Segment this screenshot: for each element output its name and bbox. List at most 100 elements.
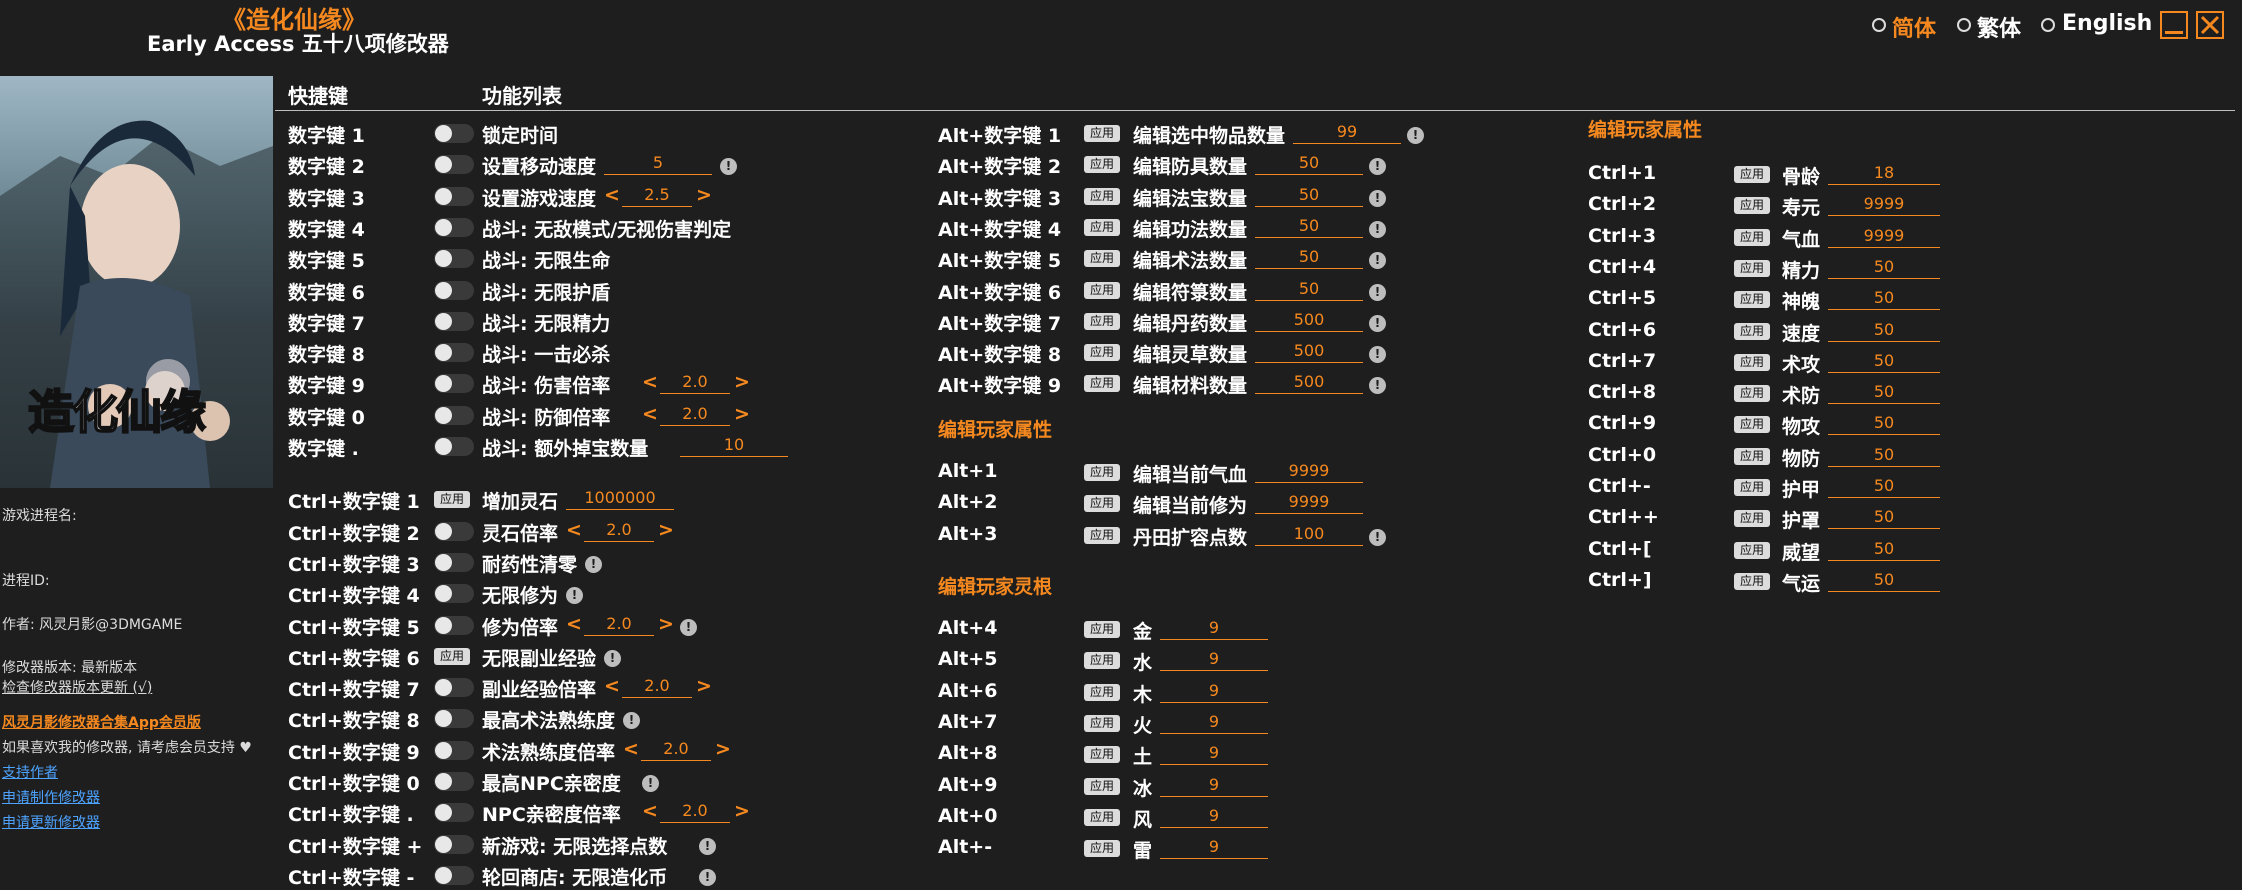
apply-button[interactable]: 应用: [1084, 250, 1121, 268]
info-icon[interactable]: !: [623, 712, 640, 730]
value-input[interactable]: 50: [1255, 215, 1363, 238]
value-input[interactable]: 9: [1160, 742, 1268, 766]
info-icon[interactable]: !: [566, 587, 583, 605]
value-input[interactable]: 50: [1828, 475, 1940, 498]
feature-toggle[interactable]: [434, 615, 474, 635]
value-input[interactable]: 50: [1828, 506, 1940, 530]
apply-button[interactable]: 应用: [1734, 259, 1771, 277]
apply-button[interactable]: 应用: [1084, 375, 1121, 393]
decrease-arrow[interactable]: <: [642, 403, 658, 425]
apply-button[interactable]: 应用: [1084, 526, 1121, 544]
value-input[interactable]: 99: [1293, 121, 1401, 144]
apply-button[interactable]: 应用: [1734, 166, 1771, 183]
info-icon[interactable]: !: [699, 868, 716, 886]
lang-traditional[interactable]: 繁体: [1977, 11, 2021, 43]
info-icon[interactable]: !: [642, 775, 659, 792]
apply-button[interactable]: 应用: [1734, 479, 1771, 496]
apply-button[interactable]: 应用: [1084, 464, 1121, 481]
value-input[interactable]: 5: [604, 152, 712, 176]
value-input[interactable]: 50: [1828, 569, 1940, 592]
value-input[interactable]: 10: [680, 434, 788, 457]
decrease-arrow[interactable]: <: [604, 675, 620, 697]
apply-button[interactable]: 应用: [1084, 777, 1121, 795]
info-icon[interactable]: !: [1369, 377, 1386, 395]
value-input[interactable]: 9999: [1255, 491, 1363, 515]
info-icon[interactable]: !: [1407, 127, 1424, 144]
apply-button[interactable]: 应用: [1734, 353, 1771, 371]
decrease-arrow[interactable]: <: [623, 738, 639, 760]
apply-button[interactable]: 应用: [1084, 746, 1121, 764]
decrease-arrow[interactable]: <: [604, 184, 620, 206]
value-input[interactable]: 50: [1255, 278, 1363, 301]
increase-arrow[interactable]: >: [734, 371, 750, 393]
decrease-arrow[interactable]: <: [642, 371, 658, 393]
info-icon[interactable]: !: [1369, 158, 1386, 176]
apply-button[interactable]: 应用: [1734, 416, 1771, 434]
apply-button[interactable]: 应用: [1734, 197, 1771, 215]
value-input[interactable]: 9: [1160, 774, 1268, 797]
apply-button[interactable]: 应用: [1084, 344, 1121, 362]
lang-radio-traditional[interactable]: [1957, 18, 1971, 32]
info-icon[interactable]: !: [1369, 189, 1386, 207]
feature-toggle[interactable]: [434, 155, 474, 175]
apply-button[interactable]: 应用: [1084, 125, 1121, 142]
info-icon[interactable]: !: [1369, 252, 1386, 270]
feature-toggle[interactable]: [434, 740, 474, 760]
apply-button[interactable]: 应用: [1084, 218, 1121, 236]
value-input[interactable]: 50: [1828, 444, 1940, 467]
feature-toggle[interactable]: [434, 343, 474, 363]
apply-button[interactable]: 应用: [1084, 652, 1121, 670]
value-input[interactable]: 9999: [1828, 225, 1940, 248]
feature-toggle[interactable]: [434, 803, 474, 823]
apply-button[interactable]: 应用: [1084, 187, 1121, 205]
apply-button[interactable]: 应用: [1734, 385, 1771, 403]
value-input[interactable]: 9: [1160, 805, 1268, 828]
value-input[interactable]: 2.5: [622, 184, 692, 207]
value-input[interactable]: 2.0: [660, 371, 730, 395]
support-author-link[interactable]: 支持作者: [2, 762, 58, 782]
increase-arrow[interactable]: >: [696, 184, 712, 206]
minimize-button[interactable]: [2160, 11, 2188, 39]
feature-toggle[interactable]: [434, 709, 474, 729]
feature-toggle[interactable]: [434, 437, 474, 456]
value-input[interactable]: 50: [1828, 350, 1940, 373]
decrease-arrow[interactable]: <: [642, 800, 658, 822]
value-input[interactable]: 9: [1160, 648, 1268, 672]
value-input[interactable]: 2.0: [584, 519, 654, 542]
apply-button[interactable]: 应用: [1084, 808, 1121, 826]
value-input[interactable]: 2.0: [660, 800, 730, 824]
apply-button[interactable]: 应用: [1734, 510, 1771, 528]
info-icon[interactable]: !: [1369, 220, 1386, 238]
value-input[interactable]: 50: [1828, 287, 1940, 311]
feature-toggle[interactable]: [434, 865, 474, 885]
value-input[interactable]: 18: [1828, 162, 1940, 185]
value-input[interactable]: 500: [1255, 309, 1363, 332]
apply-button[interactable]: 应用: [1084, 683, 1121, 701]
apply-button[interactable]: 应用: [1734, 228, 1771, 246]
close-button[interactable]: [2196, 11, 2224, 39]
apply-button[interactable]: 应用: [1084, 840, 1121, 858]
feature-toggle[interactable]: [434, 217, 474, 237]
value-input[interactable]: 2.0: [584, 613, 654, 636]
feature-toggle[interactable]: [434, 249, 474, 269]
feature-toggle[interactable]: [434, 405, 474, 425]
value-input[interactable]: 50: [1828, 538, 1940, 561]
info-icon[interactable]: !: [680, 618, 697, 636]
increase-arrow[interactable]: >: [715, 738, 731, 760]
feature-toggle[interactable]: [434, 834, 474, 854]
increase-arrow[interactable]: >: [696, 675, 712, 697]
info-icon[interactable]: !: [585, 555, 602, 573]
value-input[interactable]: 2.0: [660, 403, 730, 426]
feature-toggle[interactable]: [434, 552, 474, 572]
feature-toggle[interactable]: [434, 280, 474, 300]
decrease-arrow[interactable]: <: [566, 519, 582, 541]
check-update-link[interactable]: 检查修改器版本更新 (√): [2, 677, 152, 697]
feature-toggle[interactable]: [434, 772, 474, 791]
value-input[interactable]: 9: [1160, 836, 1268, 860]
apply-button[interactable]: 应用: [1734, 447, 1771, 465]
app-member-link[interactable]: 风灵月影修改器合集App会员版: [2, 712, 201, 732]
lang-english[interactable]: English: [2062, 11, 2152, 36]
value-input[interactable]: 50: [1255, 246, 1363, 270]
lang-radio-english[interactable]: [2041, 18, 2055, 32]
value-input[interactable]: 50: [1255, 184, 1363, 207]
